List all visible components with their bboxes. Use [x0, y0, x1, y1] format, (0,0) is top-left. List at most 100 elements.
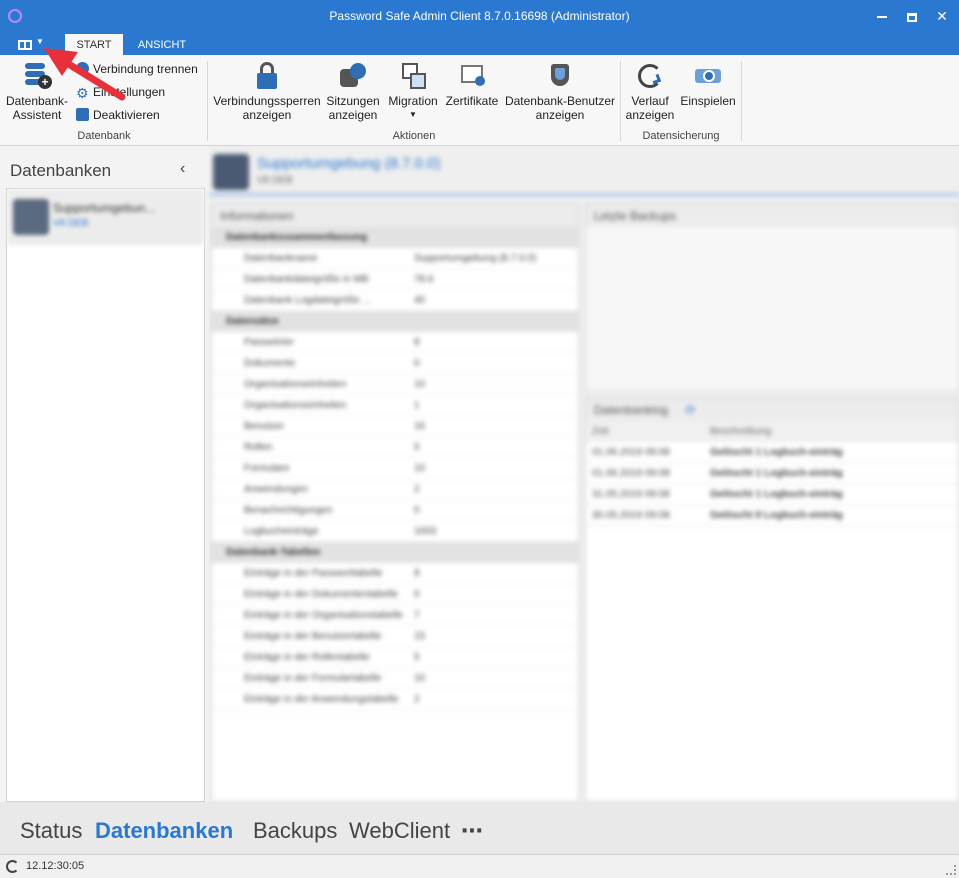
chevron-down-icon: ▼	[36, 37, 44, 46]
table-row: Datenbankdateigröße in MB 78.6	[212, 269, 578, 290]
property-value: 0	[414, 505, 420, 516]
lock-icon	[252, 61, 282, 91]
minimize-button[interactable]	[872, 6, 892, 26]
databases-panel: Datenbanken ‹ Supportumgebun... V8 DEB	[0, 146, 209, 802]
table-row: Organisationseinheiten 1	[212, 395, 578, 416]
column-header-description[interactable]: Beschreibung	[710, 421, 771, 442]
sync-icon	[6, 860, 19, 873]
certificates-button[interactable]: Zertifikate	[444, 61, 500, 108]
sessions-button[interactable]: Sitzungen anzeigen	[324, 61, 382, 122]
property-value: 1003	[414, 526, 437, 537]
tab-start[interactable]: START	[65, 34, 123, 55]
migration-label: Migration	[388, 94, 438, 108]
migration-icon	[398, 61, 428, 91]
settings-button[interactable]: ⚙ Einstellungen	[76, 84, 165, 102]
database-item-name: Supportumgebun...	[53, 201, 156, 215]
restore-icon	[693, 61, 723, 91]
log-description: Gelöscht 1 Logbuch-einträg	[710, 468, 843, 479]
database-log-panel: Datenbanklog ⟳ Zeit Beschreibung 01.06.2…	[585, 398, 959, 802]
database-users-button[interactable]: Datenbank-Benutzer anzeigen	[504, 61, 616, 122]
property-value: 7	[414, 610, 420, 621]
nav-backups[interactable]: Backups	[253, 818, 337, 844]
property-value: 15	[414, 631, 426, 642]
table-row: Dokumente 0	[212, 353, 578, 374]
close-button[interactable]: ✕	[932, 6, 952, 26]
disconnect-icon	[76, 62, 89, 75]
property-name: Datenbankname	[244, 253, 318, 264]
disconnect-button[interactable]: Verbindung trennen	[76, 61, 198, 79]
property-value: 5	[414, 652, 420, 663]
info-section-header[interactable]: Datenbank-Tabellen	[212, 542, 578, 563]
table-row: Formulare 10	[212, 458, 578, 479]
tab-ansicht[interactable]: ANSICHT	[128, 34, 196, 55]
migration-button[interactable]: Migration ▼	[384, 61, 442, 122]
property-name: Einträge in der Organisationstabelle	[244, 610, 403, 621]
property-name: Rollen	[244, 442, 273, 453]
property-value: 5	[414, 442, 420, 453]
nav-datenbanken[interactable]: Datenbanken	[95, 818, 233, 844]
information-panel: Informationen Datenbankzusammenfassung Da…	[211, 204, 579, 802]
resize-grip[interactable]	[946, 865, 956, 875]
last-backups-panel: Letzte Backups	[585, 204, 959, 392]
group-label-datenbank: Datenbank	[77, 130, 131, 142]
property-name: Anwendungen	[244, 484, 308, 495]
property-value: 0	[414, 358, 420, 369]
table-row: Einträge in der Anwendungstabelle 2	[212, 689, 578, 710]
database-title: Supportumgebung (8.7.0.0)	[257, 155, 441, 172]
table-row: Datenbank Logdateigröße ... 40	[212, 290, 578, 311]
ribbon-separator	[620, 61, 621, 141]
history-button[interactable]: Verlauf anzeigen	[624, 61, 676, 122]
info-section-header[interactable]: Datenbankzusammenfassung	[212, 227, 578, 248]
property-value: 78.6	[414, 274, 434, 285]
header-divider	[209, 193, 959, 196]
maximize-button[interactable]	[902, 6, 922, 26]
table-row[interactable]: 01.06.2019 09:08 Gelöscht 1 Logbuch-eintr…	[586, 442, 958, 463]
restore-button[interactable]: Einspielen	[678, 61, 738, 108]
maximize-icon	[907, 12, 917, 22]
ribbon-tab-row: ▼ START ANSICHT	[0, 34, 959, 55]
connection-locks-button[interactable]: Verbindungssperren anzeigen	[212, 61, 322, 122]
database-wizard-button[interactable]: + Datenbank- Assistent	[4, 61, 70, 122]
table-row[interactable]: 30.05.2019 09:08 Gelöscht 8 Logbuch-eintr…	[586, 505, 958, 526]
property-name: Datenbank Logdateigröße ...	[244, 295, 371, 306]
property-name: Datenbankdateigröße in MB	[244, 274, 369, 285]
title-bar: Password Safe Admin Client 8.7.0.16698 (…	[0, 0, 959, 34]
blurred-content: Supportumgebung (8.7.0.0) V8 DEB Informa…	[209, 146, 959, 802]
database-icon	[13, 199, 49, 235]
table-row: Einträge in der Organisationstabelle 7	[212, 605, 578, 626]
table-row[interactable]: 31.05.2019 09:08 Gelöscht 1 Logbuch-eintr…	[586, 484, 958, 505]
info-section-header[interactable]: Datensätze	[212, 311, 578, 332]
sessions-icon	[338, 61, 368, 91]
property-value: 1	[414, 400, 420, 411]
deactivate-button[interactable]: Deaktivieren	[76, 107, 160, 125]
log-description: Gelöscht 8 Logbuch-einträg	[710, 510, 843, 521]
property-value: 2	[414, 484, 420, 495]
database-add-icon: +	[22, 61, 52, 91]
certificates-label: Zertifikate	[445, 94, 499, 108]
collapse-panel-button[interactable]: ‹	[180, 160, 185, 178]
table-row: Einträge in der Formulartabelle 10	[212, 668, 578, 689]
table-row: Einträge in der Rollentabelle 5	[212, 647, 578, 668]
table-row[interactable]: 01.06.2019 09:08 Gelöscht 1 Logbuch-eintr…	[586, 463, 958, 484]
property-name: Benutzer	[244, 421, 285, 432]
property-name: Organisationseinheiten	[244, 400, 347, 411]
nav-webclient[interactable]: WebClient	[349, 818, 450, 844]
property-name: Einträge in der Formulartabelle	[244, 673, 382, 684]
nav-more-button[interactable]: ⋯	[461, 818, 483, 844]
property-name: Dokumente	[244, 358, 296, 369]
database-list[interactable]: Supportumgebun... V8 DEB	[6, 188, 205, 802]
chevron-down-icon: ▼	[409, 110, 417, 119]
ribbon-separator	[741, 61, 742, 141]
database-users-label: Datenbank-Benutzer anzeigen	[504, 94, 616, 122]
app-menu-button[interactable]: ▼	[14, 37, 50, 53]
ribbon: + Datenbank- Assistent Verbindung trenne…	[0, 55, 959, 146]
log-description: Gelöscht 1 Logbuch-einträg	[710, 447, 843, 458]
disconnect-label: Verbindung trennen	[93, 62, 198, 76]
list-item[interactable]: Supportumgebun... V8 DEB	[7, 189, 204, 245]
column-header-time[interactable]: Zeit	[592, 421, 609, 442]
history-label: Verlauf anzeigen	[625, 94, 675, 122]
log-time: 31.05.2019 09:08	[592, 489, 670, 500]
nav-status[interactable]: Status	[20, 818, 82, 844]
property-value: 8	[414, 337, 420, 348]
refresh-icon[interactable]: ⟳	[685, 403, 695, 417]
